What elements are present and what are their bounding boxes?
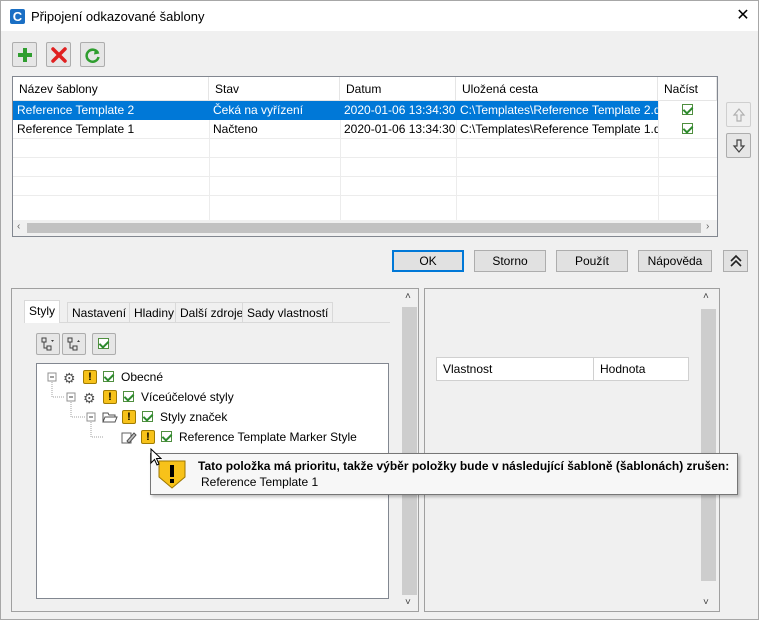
node-checkbox[interactable] xyxy=(142,411,153,422)
tab-other-sources[interactable]: Další zdroje xyxy=(175,302,249,323)
close-button[interactable]: ✕ xyxy=(734,7,752,25)
double-chevron-up-icon xyxy=(729,254,742,267)
scrollbar-thumb[interactable] xyxy=(701,309,716,581)
row-name: Reference Template 1 xyxy=(17,122,135,136)
priority-tooltip: Tato položka má prioritu, takže výběr po… xyxy=(150,453,738,495)
scroll-down-icon[interactable]: ˅ xyxy=(703,597,709,608)
help-button[interactable]: Nápověda xyxy=(638,250,712,272)
node-checkbox[interactable] xyxy=(123,391,134,402)
folder-open-icon xyxy=(102,412,118,423)
row-date: 2020-01-06 13:34:30 xyxy=(344,122,456,136)
load-checkbox[interactable] xyxy=(682,104,693,115)
cancel-button[interactable]: Storno xyxy=(474,250,546,272)
move-down-button[interactable] xyxy=(726,133,751,158)
ok-button[interactable]: OK xyxy=(392,250,464,272)
column-header-name[interactable]: Název šablony xyxy=(13,77,209,101)
move-up-button[interactable] xyxy=(726,102,751,127)
scroll-left-icon[interactable]: ‹ xyxy=(17,221,20,232)
tooltip-title: Tato položka má prioritu, takže výběr po… xyxy=(198,459,730,473)
tab-styles[interactable]: Styly xyxy=(24,300,61,323)
collapse-button[interactable] xyxy=(723,250,748,272)
row-path: C:\Templates\Reference Template 2.dwt xyxy=(460,103,658,117)
table-row[interactable]: Reference Template 2 Čeká na vyřízení 20… xyxy=(13,101,658,120)
refresh-button[interactable] xyxy=(80,42,105,67)
scroll-right-icon[interactable]: › xyxy=(706,221,709,232)
scroll-up-icon[interactable]: ˄ xyxy=(405,291,411,302)
column-header-date[interactable]: Datum xyxy=(340,77,456,101)
mouse-cursor-icon xyxy=(150,448,162,466)
node-checkbox[interactable] xyxy=(103,371,114,382)
add-template-button[interactable] xyxy=(12,42,37,67)
tree-collapse-icon xyxy=(67,337,80,351)
warning-icon: ! xyxy=(122,410,136,424)
gear-icon: ⚙ xyxy=(63,370,76,386)
gear-icon: ⚙ xyxy=(83,390,96,406)
node-label: Víceúčelové styly xyxy=(141,390,234,404)
column-header-property[interactable]: Vlastnost xyxy=(437,358,594,380)
style-edit-icon xyxy=(121,432,137,444)
warning-icon: ! xyxy=(103,390,117,404)
row-path: C:\Templates\Reference Template 1.dwt xyxy=(460,122,658,136)
check-all-button[interactable] xyxy=(92,333,116,355)
arrow-up-icon xyxy=(732,108,746,122)
scroll-down-icon[interactable]: ˅ xyxy=(405,597,411,608)
templates-table: Název šablony Stav Datum Uložená cesta N… xyxy=(12,76,718,237)
tab-property-sets[interactable]: Sady vlastností xyxy=(242,302,334,323)
node-label: Styly značek xyxy=(160,410,228,424)
column-header-path[interactable]: Uložená cesta xyxy=(456,77,658,101)
column-header-state[interactable]: Stav xyxy=(209,77,340,101)
refresh-icon xyxy=(85,48,100,63)
scrollbar-thumb[interactable] xyxy=(402,307,417,595)
node-label: Obecné xyxy=(121,370,164,384)
row-name: Reference Template 2 xyxy=(17,103,135,117)
tab-layers[interactable]: Hladiny xyxy=(129,302,180,323)
row-state: Čeká na vyřízení xyxy=(213,103,304,117)
warning-icon: ! xyxy=(83,370,97,384)
node-checkbox[interactable] xyxy=(161,431,172,442)
load-checkbox[interactable] xyxy=(682,123,693,134)
collapse-all-button[interactable] xyxy=(62,333,86,355)
arrow-down-icon xyxy=(732,139,746,153)
plus-icon xyxy=(18,48,32,62)
row-date: 2020-01-06 13:34:30 xyxy=(344,103,456,117)
table-row[interactable]: Reference Template 1 Načteno 2020-01-06 … xyxy=(13,120,658,139)
scroll-up-icon[interactable]: ˄ xyxy=(703,291,709,302)
column-header-load[interactable]: Načíst xyxy=(658,77,717,101)
x-icon xyxy=(51,47,67,63)
warning-icon: ! xyxy=(141,430,155,444)
properties-vertical-scrollbar[interactable]: ˄ ˅ xyxy=(699,289,719,611)
apply-button[interactable]: Použít xyxy=(556,250,628,272)
checkbox-icon xyxy=(98,338,109,349)
scrollbar-thumb[interactable] xyxy=(27,223,701,233)
tab-settings[interactable]: Nastavení xyxy=(67,302,132,323)
column-header-value[interactable]: Hodnota xyxy=(594,358,688,380)
properties-panel xyxy=(424,288,720,612)
app-logo-icon: C xyxy=(10,9,25,24)
left-panel-vertical-scrollbar[interactable]: ˄ ˅ xyxy=(401,289,418,611)
title-bar: C Připojení odkazované šablony ✕ xyxy=(0,0,759,31)
remove-template-button[interactable] xyxy=(46,42,71,67)
expand-all-button[interactable] xyxy=(36,333,60,355)
node-label: Reference Template Marker Style xyxy=(179,430,357,444)
horizontal-scrollbar[interactable]: ‹ › xyxy=(13,220,717,236)
window-title: Připojení odkazované šablony xyxy=(31,9,205,24)
tree-expand-icon xyxy=(41,337,54,351)
tooltip-detail: Reference Template 1 xyxy=(201,475,319,489)
properties-header: Vlastnost Hodnota xyxy=(436,357,689,381)
row-state: Načteno xyxy=(213,122,258,136)
